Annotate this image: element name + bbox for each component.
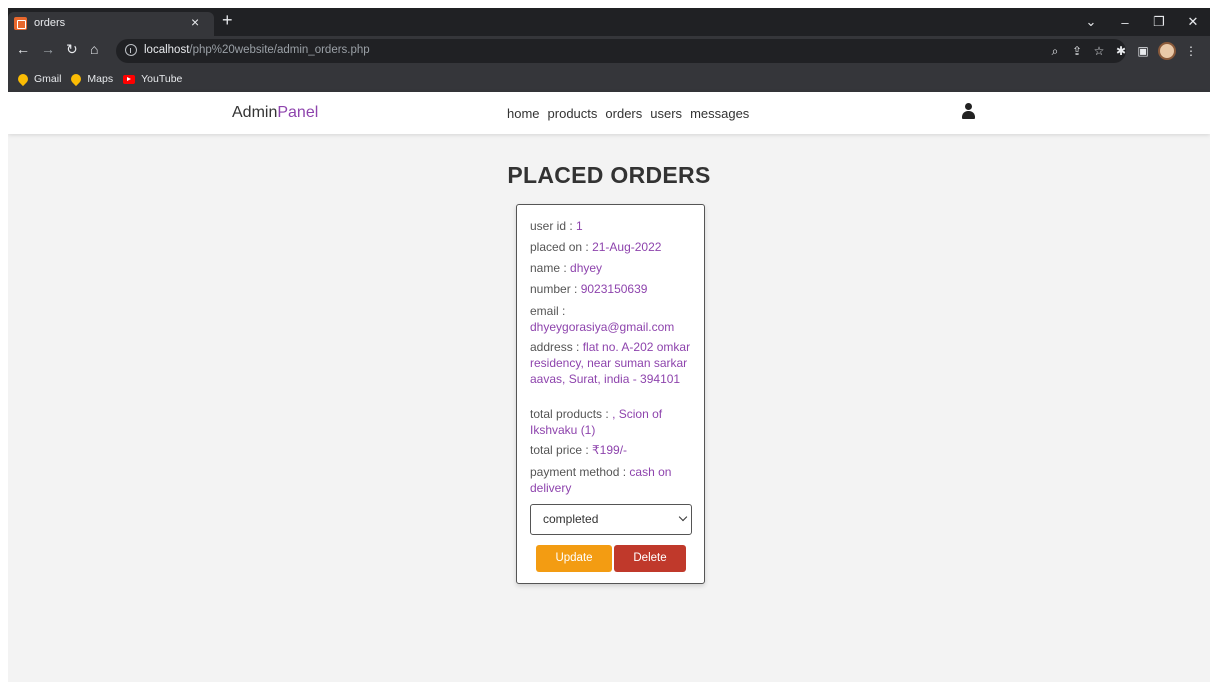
tab-strip: orders × + ⌄ – ❐ ✕ [8, 8, 1210, 36]
url-text: localhost/php%20website/admin_orders.php [144, 44, 370, 56]
bookmark-star-icon[interactable]: ☆ [1088, 44, 1110, 58]
page-content: AdminPanel home products orders users me… [8, 92, 1210, 682]
main-nav: home products orders users messages [507, 106, 757, 121]
order-status-select[interactable]: completed [530, 504, 692, 535]
minimize-icon[interactable]: – [1108, 15, 1142, 30]
window-controls: ⌄ – ❐ ✕ [1074, 8, 1210, 36]
chevron-down-icon [678, 512, 688, 522]
extensions-icon[interactable]: ✱ [1110, 44, 1132, 58]
bookmark-label: Gmail [34, 73, 62, 85]
order-number: number : 9023150639 [530, 282, 648, 296]
close-window-icon[interactable]: ✕ [1176, 14, 1210, 30]
order-payment-method: payment method : cash on delivery [530, 465, 672, 495]
maps-pin-icon [15, 71, 31, 87]
reload-icon[interactable]: ↻ [66, 41, 78, 58]
share-icon[interactable]: ⇪ [1066, 44, 1088, 58]
order-card: user id : 1 placed on : 21-Aug-2022 name… [516, 204, 705, 584]
nav-orders[interactable]: orders [605, 106, 642, 121]
bookmark-youtube[interactable]: YouTube [123, 73, 182, 85]
order-total-products: total products : , Scion of Ikshvaku (1) [530, 407, 663, 437]
bookmark-gmail[interactable]: Gmail [15, 71, 62, 87]
tab-orders[interactable]: orders × [8, 12, 214, 36]
zoom-icon[interactable]: ⌕ [1044, 44, 1066, 59]
bookmarks-bar: Gmail Maps YouTube [8, 66, 1210, 92]
admin-panel-logo[interactable]: AdminPanel [232, 104, 318, 122]
status-selected-value: completed [543, 512, 599, 526]
toolbar-right: ⌕ ⇪ ☆ ✱ ▣ ⋮ [1044, 36, 1202, 66]
new-tab-icon[interactable]: + [222, 10, 233, 30]
site-info-icon[interactable] [125, 44, 137, 56]
order-name: name : dhyey [530, 261, 603, 275]
bookmark-maps[interactable]: Maps [69, 71, 114, 87]
order-placed-on: placed on : 21-Aug-2022 [530, 240, 662, 254]
delete-button[interactable]: Delete [614, 545, 686, 572]
update-button[interactable]: Update [536, 545, 612, 572]
order-user-id: user id : 1 [530, 219, 583, 233]
order-email: email : dhyeygorasiya@gmail.com [530, 304, 675, 334]
page-title: PLACED ORDERS [507, 162, 711, 188]
bookmark-label: YouTube [141, 73, 183, 85]
page-favicon-icon [14, 17, 27, 30]
bookmark-label: Maps [87, 73, 114, 85]
browser-toolbar: ← → ↻ ⌂ localhost/php%20website/admin_or… [8, 36, 1210, 66]
home-icon[interactable]: ⌂ [90, 41, 98, 57]
user-icon[interactable] [961, 103, 975, 121]
menu-kebab-icon[interactable]: ⋮ [1180, 44, 1202, 58]
nav-products[interactable]: products [548, 106, 598, 121]
forward-icon[interactable]: → [41, 41, 55, 57]
profile-avatar-icon[interactable] [1158, 42, 1176, 60]
nav-users[interactable]: users [650, 106, 682, 121]
nav-messages[interactable]: messages [690, 106, 749, 121]
maps-pin-icon [69, 71, 84, 87]
order-total-price: total price : ₹199/- [530, 443, 628, 457]
address-bar[interactable]: localhost/php%20website/admin_orders.php [116, 39, 1126, 63]
youtube-icon [123, 74, 136, 84]
tab-title: orders [34, 17, 66, 29]
nav-home[interactable]: home [507, 106, 540, 121]
maximize-icon[interactable]: ❐ [1142, 14, 1176, 30]
close-tab-icon[interactable]: × [191, 14, 199, 30]
back-icon[interactable]: ← [16, 41, 30, 57]
order-address: address : flat no. A-202 omkar residency… [530, 340, 691, 386]
site-header: AdminPanel home products orders users me… [8, 92, 1210, 134]
side-panel-icon[interactable]: ▣ [1132, 44, 1154, 58]
browser-window: orders × + ⌄ – ❐ ✕ ← → ↻ ⌂ localhost/php… [8, 8, 1210, 682]
tab-search-icon[interactable]: ⌄ [1074, 14, 1108, 30]
